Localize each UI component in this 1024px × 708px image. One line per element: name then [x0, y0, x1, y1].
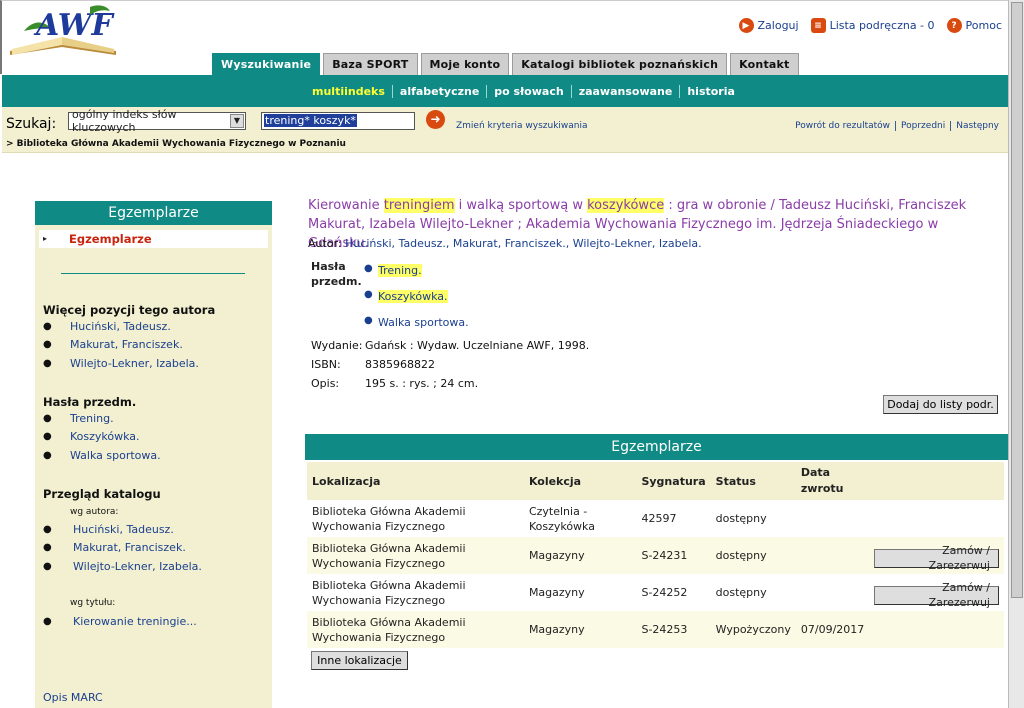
list-icon[interactable]: ≡	[810, 18, 826, 33]
search-bar: Szukaj: ogólny indeks słów kluczowych ▼ …	[2, 107, 1008, 153]
search-subnav: multiindeks alfabetyczne po słowach zaaw…	[2, 75, 1008, 107]
chevron-down-icon[interactable]: ▼	[230, 114, 244, 128]
subnav-multiindex[interactable]: multiindeks	[307, 85, 392, 98]
main-tabs: Wyszukiwanie Baza SPORT Moje konto Katal…	[212, 53, 799, 75]
index-select-value: ogólny indeks słów kluczowych	[72, 108, 177, 134]
isbn-row: ISBN: 8385968822	[311, 358, 435, 371]
search-go-button[interactable]: ➜	[426, 110, 445, 129]
list-item[interactable]: ● Kierowanie treningie...	[43, 612, 197, 631]
col-collection: Kolekcja	[523, 462, 637, 500]
tab-account[interactable]: Moje konto	[420, 53, 510, 75]
list-item[interactable]: ● Makurat, Franciszek.	[43, 539, 202, 558]
subnav-words[interactable]: po słowach	[486, 85, 570, 98]
subnav-advanced[interactable]: zaawansowane	[570, 85, 680, 98]
copies-heading: Egzemplarze	[305, 434, 1008, 460]
list-item[interactable]: ● Huciński, Tadeusz.	[43, 520, 202, 539]
left-panel: Egzemplarze Egzemplarze Więcej pozycji t…	[35, 201, 272, 708]
breadcrumb: > Biblioteka Główna Akademii Wychowania …	[6, 139, 346, 149]
add-to-list-button[interactable]: Dodaj do listy podr.	[883, 395, 998, 414]
top-links: ▶ Zaloguj ≡ Lista podręczna - 0 ? Pomoc	[738, 18, 1002, 33]
record-subject-list: ● Trening. ● Koszykówka. ● Walka sportowa.	[364, 263, 469, 336]
col-location: Lokalizacja	[307, 462, 524, 500]
result-navigation: Powrót do rezultatów Poprzedni Następny	[790, 121, 1004, 131]
back-to-results-link[interactable]: Powrót do rezultatów	[790, 121, 895, 131]
logo-text: AWF	[33, 8, 115, 43]
arrow-right-icon[interactable]: ▶	[738, 18, 754, 33]
by-author-label: wg autora:	[70, 507, 119, 517]
tab-sport[interactable]: Baza SPORT	[323, 53, 418, 75]
author-list: ● Huciński, Tadeusz. ● Makurat, Franciszek…	[43, 317, 199, 373]
edition-row: Wydanie: Gdańsk : Wydaw. Uczelniane AWF, …	[311, 339, 590, 352]
help-icon[interactable]: ?	[946, 18, 962, 33]
table-row: Biblioteka Główna Akademii Wychowania Fi…	[307, 500, 1004, 537]
browse-title-list: ● Kierowanie treningie...	[43, 612, 197, 631]
table-header-row: Lokalizacja Kolekcja Sygnatura Status Da…	[307, 462, 1004, 500]
list-item[interactable]: ● Walka sportowa.	[364, 315, 469, 336]
author-link[interactable]: Huciński, Tadeusz., Makurat, Franciszek.…	[345, 237, 702, 250]
by-title-label: wg tytułu:	[70, 598, 116, 608]
col-status: Status	[710, 462, 796, 500]
index-select[interactable]: ogólny indeks słów kluczowych ▼	[68, 108, 246, 134]
header: AWF ▶ Zaloguj ≡ Lista podręczna - 0 ? Po…	[0, 0, 1008, 75]
list-item[interactable]: ● Makurat, Franciszek.	[43, 336, 199, 355]
table-row: Biblioteka Główna Akademii Wychowania Fi…	[307, 537, 1004, 574]
browse-heading: Przegląd katalogu	[43, 487, 161, 501]
divider	[61, 273, 245, 274]
awf-logo[interactable]: AWF	[4, 1, 122, 57]
login-link[interactable]: Zaloguj	[758, 19, 799, 32]
change-criteria-link[interactable]: Zmień kryteria wyszukiwania	[456, 121, 588, 131]
help-link[interactable]: Pomoc	[966, 19, 1002, 32]
subnav-history[interactable]: historia	[679, 85, 742, 98]
next-link[interactable]: Następny	[950, 121, 1004, 131]
search-input[interactable]: trening* koszyk*	[261, 112, 415, 130]
scrollbar-thumb[interactable]	[1011, 2, 1023, 598]
list-item[interactable]: ● Trening.	[364, 263, 469, 290]
left-active-item[interactable]: Egzemplarze	[39, 230, 268, 248]
tab-catalogs[interactable]: Katalogi bibliotek poznańskich	[512, 53, 728, 75]
list-item[interactable]: ● Walka sportowa.	[43, 446, 161, 465]
table-row: Biblioteka Główna Akademii Wychowania Fi…	[307, 611, 1004, 648]
subjects-heading: Hasła przedm.	[43, 395, 137, 409]
list-item[interactable]: ● Huciński, Tadeusz.	[43, 317, 199, 336]
search-label: Szukaj:	[6, 116, 57, 132]
col-signature: Sygnatura	[636, 462, 711, 500]
reserve-button[interactable]: Zamów / Zarezerwuj	[874, 581, 999, 609]
left-panel-heading: Egzemplarze	[35, 201, 272, 225]
record-author: Autor: Huciński, Tadeusz., Makurat, Fran…	[308, 237, 702, 250]
more-by-author-heading: Więcej pozycji tego autora	[43, 303, 216, 317]
tab-search[interactable]: Wyszukiwanie	[212, 53, 321, 75]
table-row: Biblioteka Główna Akademii Wychowania Fi…	[307, 574, 1004, 611]
subnav-alphabetical[interactable]: alfabetyczne	[391, 85, 486, 98]
list-item[interactable]: ● Wilejto-Lekner, Izabela.	[43, 354, 199, 373]
browse-author-list: ● Huciński, Tadeusz. ● Makurat, Franciszek…	[43, 520, 202, 576]
copies-table: Lokalizacja Kolekcja Sygnatura Status Da…	[307, 462, 1004, 648]
reserve-button[interactable]: Zamów / Zarezerwuj	[874, 544, 999, 572]
list-item[interactable]: ● Koszykówka.	[364, 289, 469, 316]
tab-contact[interactable]: Kontakt	[730, 53, 799, 75]
other-locations-button[interactable]: Inne lokalizacje	[311, 651, 408, 670]
search-query: trening* koszyk*	[264, 114, 357, 127]
record-subjects-label: Hasła przedm.	[311, 260, 362, 288]
description-row: Opis: 195 s. : rys. ; 24 cm.	[311, 377, 479, 390]
col-return-date: Data zwrotu	[795, 462, 870, 500]
previous-link[interactable]: Poprzedni	[895, 121, 950, 131]
list-item[interactable]: ● Koszykówka.	[43, 428, 161, 447]
list-item[interactable]: ● Trening.	[43, 409, 161, 428]
marc-link[interactable]: Opis MARC	[43, 691, 103, 704]
vertical-scrollbar[interactable]	[1008, 0, 1024, 708]
subject-list: ● Trening. ● Koszykówka. ● Walka sportowa.	[43, 409, 161, 465]
shortlist-link[interactable]: Lista podręczna - 0	[830, 19, 935, 32]
list-item[interactable]: ● Wilejto-Lekner, Izabela.	[43, 557, 202, 576]
